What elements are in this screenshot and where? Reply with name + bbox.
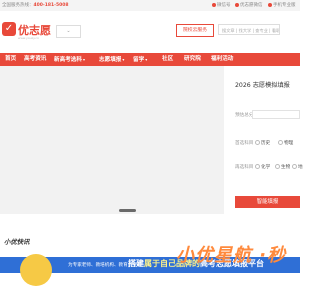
carousel-indicator[interactable] [119,209,136,212]
logo-subtitle: www.youzy.cn [18,36,39,40]
hotline-label: 全国服务热线： [2,3,34,8]
promo-headline: 小优星航 ·秒 [176,245,287,266]
hotline-number[interactable]: 400-181-5008 [34,3,69,8]
radio-icon [275,164,280,169]
primary-subject-label: 首选科目 [235,141,254,146]
logo-icon[interactable]: ✓ [2,22,16,36]
mobile-icon [268,3,272,7]
radio-physics[interactable]: 物理 [278,140,293,146]
promo-decoration [20,254,52,286]
top-link-wechat[interactable]: 微信号 [212,2,231,8]
wechat-official-icon [235,3,239,7]
chevron-down-icon: ▾ [145,57,148,62]
top-link-mobile[interactable]: 手机专业版 [268,2,296,8]
radio-geography[interactable]: 地 [292,164,303,170]
chevron-down-icon: ⌄ [66,28,71,34]
radio-icon [278,140,283,145]
top-link-wechat-official[interactable]: 优志愿微信 [235,2,263,8]
wechat-icon [212,3,216,7]
main-nav: 首页 高考资讯 新高考选科▾ 志愿填报▾ 留学▾ 社区 研究院 福利活动 [0,53,300,66]
news-section-title: 小优快讯 [4,238,30,246]
nav-welfare[interactable]: 福利活动 [211,53,233,66]
nav-study-abroad[interactable]: 留学▾ [133,53,147,66]
chevron-down-icon: ▾ [82,57,85,62]
org-service-button[interactable]: 院校云服务 [176,24,214,37]
radio-chemistry[interactable]: 化学 [255,164,270,170]
radio-icon [255,164,260,169]
radio-history[interactable]: 历史 [255,140,270,146]
hotline: 全国服务热线：400-181-5008 [2,2,69,8]
search-input[interactable]: 搜文章 | 找大学 | 查专业 | 看职业 | 搜课程 [218,24,280,35]
radio-icon [255,140,260,145]
smart-fill-button[interactable]: 智能填报 [235,196,300,208]
panel-title: 2026 志愿模拟填报 [235,82,290,89]
radio-icon [292,164,297,169]
score-label: 预估总分 [235,113,254,118]
banner-carousel[interactable] [0,66,224,214]
nav-community[interactable]: 社区 [162,53,173,66]
nav-news[interactable]: 高考资讯 [24,53,46,66]
chevron-down-icon: ▾ [122,57,125,62]
nav-home[interactable]: 首页 [5,53,16,66]
nav-institute[interactable]: 研究院 [184,53,201,66]
nav-volunteer[interactable]: 志愿填报▾ [99,53,124,66]
score-input[interactable] [252,110,300,119]
radio-biology[interactable]: 生物 [275,164,290,170]
region-select[interactable]: ⌄ [56,25,81,38]
secondary-subject-label: 再选科目 [235,165,254,170]
nav-subject-selection[interactable]: 新高考选科▾ [54,53,85,66]
